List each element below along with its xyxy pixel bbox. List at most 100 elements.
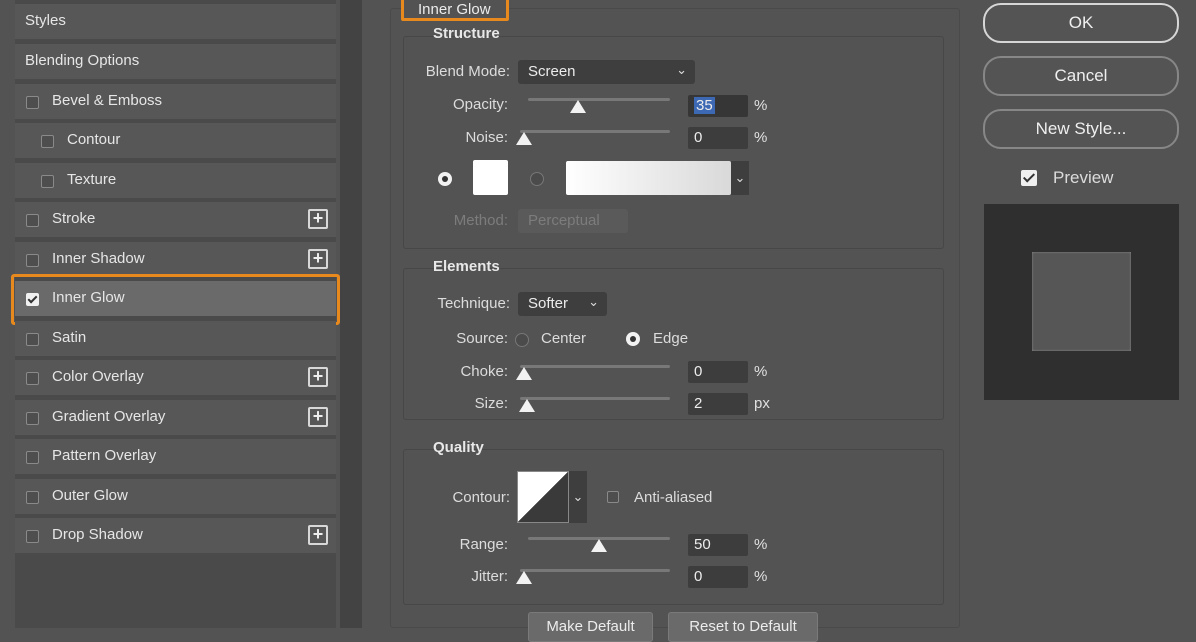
gradient-radio[interactable]: [530, 172, 544, 186]
contour-item[interactable]: Contour: [15, 122, 336, 158]
inner-shadow-checkbox[interactable]: [26, 254, 39, 267]
drop-shadow-item[interactable]: Drop Shadow +: [15, 517, 336, 553]
stroke-item[interactable]: Stroke +: [15, 201, 336, 237]
preview-checkbox[interactable]: [1021, 170, 1037, 186]
gradient-dropdown-chevron-icon[interactable]: ⌄: [731, 161, 749, 195]
color-overlay-item[interactable]: Color Overlay +: [15, 359, 336, 395]
pattern-overlay-label: Pattern Overlay: [52, 447, 157, 464]
blending-options-item[interactable]: Blending Options: [15, 43, 336, 79]
stroke-label: Stroke: [52, 210, 96, 227]
ok-button[interactable]: OK: [983, 3, 1179, 43]
stroke-checkbox[interactable]: [26, 214, 39, 227]
gradient-overlay-checkbox[interactable]: [26, 412, 39, 425]
method-label: Method:: [453, 212, 508, 229]
bevel-emboss-checkbox[interactable]: [26, 96, 39, 109]
choke-value: 0: [694, 363, 703, 380]
color-overlay-label: Color Overlay: [52, 368, 144, 385]
opacity-input[interactable]: 35: [688, 95, 748, 117]
range-value: 50: [694, 536, 711, 553]
range-input[interactable]: 50: [688, 534, 748, 556]
gradient-overlay-label: Gradient Overlay: [52, 408, 166, 425]
cancel-button[interactable]: Cancel: [983, 56, 1179, 96]
inner-shadow-item[interactable]: Inner Shadow +: [15, 241, 336, 277]
choke-input[interactable]: 0: [688, 361, 748, 383]
range-slider-thumb[interactable]: [591, 539, 607, 552]
choke-slider-track[interactable]: [520, 365, 670, 368]
noise-slider-thumb[interactable]: [516, 132, 532, 145]
satin-label: Satin: [52, 329, 87, 346]
add-gradient-overlay-icon[interactable]: +: [308, 407, 328, 427]
size-input[interactable]: 2: [688, 393, 748, 415]
source-edge-radio[interactable]: [626, 332, 640, 346]
bevel-emboss-label: Bevel & Emboss: [52, 92, 163, 109]
technique-select[interactable]: Softer ⌄: [518, 292, 607, 316]
blend-mode-select[interactable]: Screen ⌄: [518, 60, 695, 84]
noise-slider-track[interactable]: [520, 130, 670, 133]
opacity-unit: %: [754, 97, 768, 114]
panel-title-box: Inner Glow: [401, 0, 509, 21]
elements-title: Elements: [433, 258, 500, 275]
texture-label: Texture: [67, 171, 117, 188]
size-slider-track[interactable]: [520, 397, 670, 400]
outer-glow-checkbox[interactable]: [26, 491, 39, 504]
range-unit: %: [754, 536, 768, 553]
size-slider-thumb[interactable]: [518, 399, 535, 412]
noise-input[interactable]: 0: [688, 127, 748, 149]
source-edge-label: Edge: [653, 330, 689, 347]
jitter-input[interactable]: 0: [688, 566, 748, 588]
jitter-unit: %: [754, 568, 768, 585]
add-drop-shadow-icon[interactable]: +: [308, 525, 328, 545]
outer-glow-item[interactable]: Outer Glow: [15, 478, 336, 514]
add-color-overlay-icon[interactable]: +: [308, 367, 328, 387]
gradient-picker[interactable]: [566, 161, 731, 195]
gradient-overlay-item[interactable]: Gradient Overlay +: [15, 399, 336, 435]
outer-glow-label: Outer Glow: [52, 487, 128, 504]
contour-checkbox[interactable]: [41, 135, 54, 148]
source-label: Source:: [456, 330, 508, 347]
inner-shadow-label: Inner Shadow: [52, 250, 145, 267]
contour-label: Contour: [67, 131, 121, 148]
add-stroke-icon[interactable]: +: [308, 209, 328, 229]
styles-list-scrollbar[interactable]: [340, 0, 362, 628]
pattern-overlay-checkbox[interactable]: [26, 451, 39, 464]
checkmark-icon: [1022, 170, 1036, 183]
choke-label: Choke:: [460, 363, 508, 380]
styles-header-item[interactable]: Styles: [15, 3, 336, 39]
texture-checkbox[interactable]: [41, 175, 54, 188]
chevron-down-icon: ⌄: [588, 294, 599, 309]
source-center-radio[interactable]: [515, 333, 529, 347]
opacity-slider-track[interactable]: [528, 98, 670, 101]
quality-title: Quality: [433, 439, 484, 456]
reset-to-default-button[interactable]: Reset to Default: [668, 612, 818, 642]
add-inner-shadow-icon[interactable]: +: [308, 249, 328, 269]
jitter-slider-thumb[interactable]: [516, 571, 532, 584]
method-select: Perceptual: [518, 209, 628, 233]
contour-chevron-down-icon[interactable]: ⌄: [569, 471, 587, 523]
drop-shadow-checkbox[interactable]: [26, 530, 39, 543]
glow-color-swatch[interactable]: [473, 160, 508, 195]
preview-square: [1032, 252, 1131, 351]
solid-color-radio[interactable]: [438, 172, 452, 186]
texture-item[interactable]: Texture: [15, 162, 336, 198]
source-center-label: Center: [541, 330, 587, 347]
bevel-emboss-item[interactable]: Bevel & Emboss: [15, 83, 336, 119]
opacity-slider-thumb[interactable]: [569, 100, 586, 113]
panel-title: Inner Glow: [418, 1, 491, 18]
jitter-label: Jitter:: [471, 568, 508, 585]
satin-checkbox[interactable]: [26, 333, 39, 346]
anti-aliased-checkbox[interactable]: [607, 491, 619, 503]
choke-slider-thumb[interactable]: [516, 367, 532, 380]
make-default-button[interactable]: Make Default: [528, 612, 653, 642]
range-label: Range:: [459, 536, 508, 553]
pattern-overlay-item[interactable]: Pattern Overlay: [15, 438, 336, 474]
new-style-button[interactable]: New Style...: [983, 109, 1179, 149]
jitter-slider-track[interactable]: [520, 569, 670, 572]
color-overlay-checkbox[interactable]: [26, 372, 39, 385]
blend-mode-value: Screen: [528, 63, 576, 80]
noise-unit: %: [754, 129, 768, 146]
selected-item-highlight: [11, 274, 340, 325]
blending-options-label: Blending Options: [25, 52, 140, 69]
satin-item[interactable]: Satin: [15, 320, 336, 356]
size-label: Size:: [474, 395, 508, 412]
contour-preview[interactable]: [517, 471, 569, 523]
